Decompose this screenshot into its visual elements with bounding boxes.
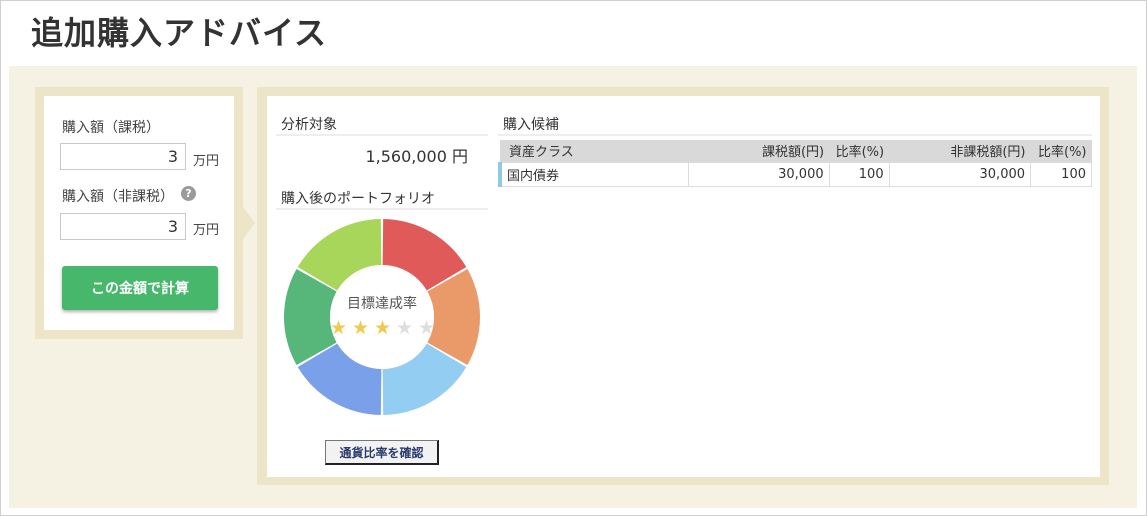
table-row[interactable]: 国内債券 30,000 100 30,000 100 bbox=[498, 161, 1092, 187]
col-taxable-amount: 課税額(円) bbox=[688, 140, 830, 162]
candidates-divider bbox=[498, 134, 1092, 136]
nontaxable-amount-input[interactable] bbox=[60, 213, 186, 240]
cell-nontaxable-amount: 30,000 bbox=[888, 161, 1032, 187]
goal-achievement-label: 目標達成率 bbox=[347, 296, 417, 312]
candidates-table: 資産クラス 課税額(円) 比率(%) 非課税額(円) 比率(%) 国内債券 30… bbox=[498, 140, 1092, 187]
portfolio-heading: 購入後のポートフォリオ bbox=[281, 191, 435, 207]
col-asset-class: 資産クラス bbox=[500, 140, 689, 162]
col-nontaxable-ratio: 比率(%) bbox=[1030, 140, 1092, 162]
analysis-total: 1,560,000 円 bbox=[365, 147, 468, 166]
star-empty-icon: ★ bbox=[396, 317, 414, 339]
nontaxable-unit: 万円 bbox=[193, 223, 220, 238]
cell-taxable-ratio: 100 bbox=[828, 161, 890, 187]
calculate-button[interactable]: この金額で計算 bbox=[62, 266, 218, 310]
cell-taxable-amount: 30,000 bbox=[688, 161, 830, 187]
candidates-header-row: 資産クラス 課税額(円) 比率(%) 非課税額(円) 比率(%) bbox=[500, 140, 1092, 162]
taxable-amount-input[interactable] bbox=[60, 143, 186, 170]
check-currency-ratio-button[interactable]: 通貨比率を確認 bbox=[325, 440, 439, 465]
candidates-heading: 購入候補 bbox=[503, 117, 559, 133]
cell-nontaxable-ratio: 100 bbox=[1030, 161, 1092, 187]
help-icon[interactable]: ? bbox=[181, 186, 196, 201]
goal-rating-stars: ★ ★ ★ ★ ★ bbox=[330, 317, 436, 339]
cell-asset-class: 国内債券 bbox=[498, 161, 690, 187]
col-taxable-ratio: 比率(%) bbox=[829, 140, 890, 162]
star-filled-icon: ★ bbox=[330, 317, 348, 339]
nontaxable-amount-label: 購入額（非課税） bbox=[62, 189, 174, 205]
analysis-divider bbox=[276, 134, 488, 136]
panel-arrow bbox=[243, 207, 255, 239]
analysis-heading: 分析対象 bbox=[281, 117, 337, 133]
taxable-amount-label: 購入額（課税） bbox=[62, 120, 160, 136]
portfolio-divider bbox=[276, 208, 488, 210]
star-filled-icon: ★ bbox=[352, 317, 370, 339]
page-title: 追加購入アドバイス bbox=[31, 14, 328, 52]
star-empty-icon: ★ bbox=[418, 317, 436, 339]
star-filled-icon: ★ bbox=[374, 317, 392, 339]
col-nontaxable-amount: 非課税額(円) bbox=[889, 140, 1031, 162]
taxable-unit: 万円 bbox=[193, 154, 220, 169]
